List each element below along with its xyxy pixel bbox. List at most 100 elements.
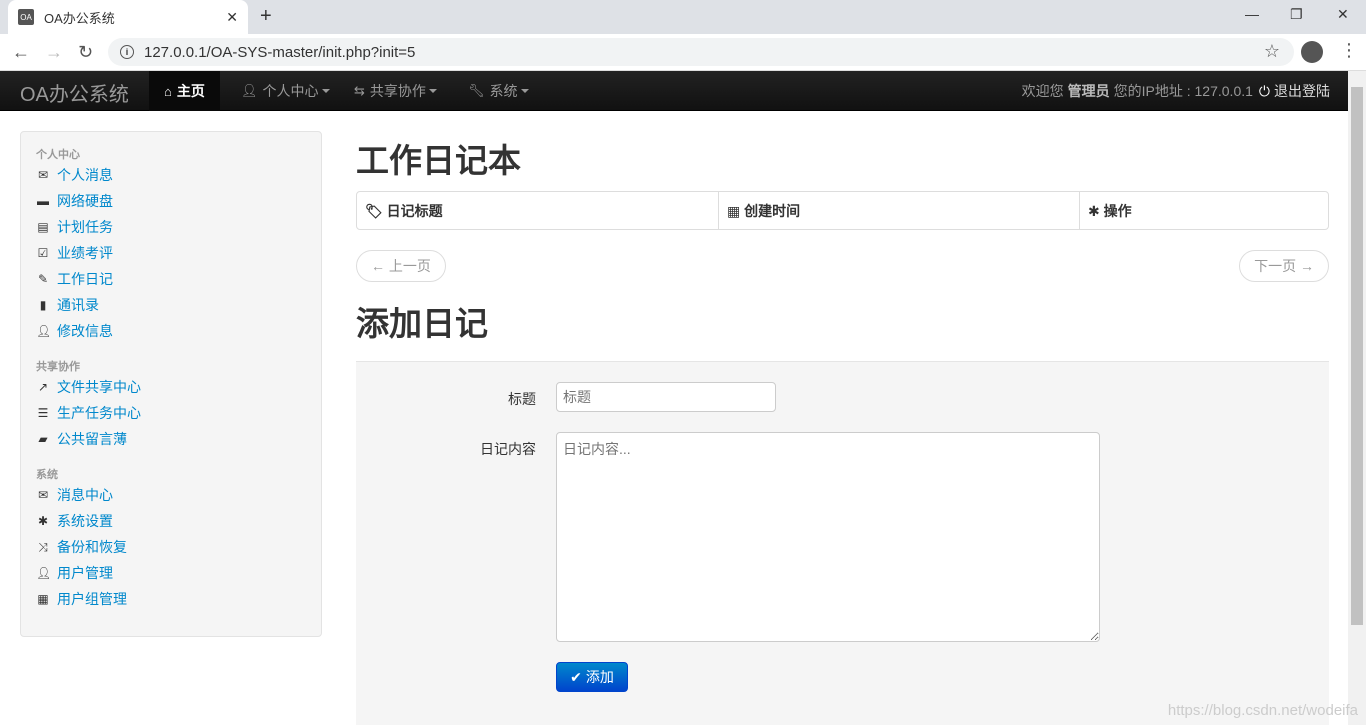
sidebar-item-label: 个人消息	[57, 167, 113, 183]
sidebar-item-contacts[interactable]: ▮ 通讯录	[21, 292, 321, 318]
user-icon: 👤︎	[36, 324, 52, 338]
th-large-icon: ▦	[37, 592, 49, 606]
url-bar[interactable]: i 127.0.0.1/OA-SYS-master/init.php?init=…	[108, 38, 1294, 66]
nav-home[interactable]: ⌂ 主页	[149, 71, 220, 111]
share-icon: ↗	[37, 380, 49, 394]
sidebar-item-file-share[interactable]: ↗ 文件共享中心	[21, 374, 321, 400]
tasks-icon: ☰	[37, 406, 49, 420]
sidebar-item-performance[interactable]: ☑ 业绩考评	[21, 240, 321, 266]
nav-personal-center[interactable]: 👤︎ 个人中心	[226, 71, 345, 111]
sidebar-item-users[interactable]: 👤︎ 用户管理	[21, 560, 321, 586]
sidebar-item-label: 系统设置	[57, 513, 113, 529]
reload-icon[interactable]: ↻	[78, 42, 93, 63]
sidebar-header-personal: 个人中心	[36, 149, 80, 161]
retweet-icon: ⇆	[354, 83, 365, 98]
column-header-label: 操作	[1103, 202, 1132, 219]
sidebar-item-profile[interactable]: 👤︎ 修改信息	[21, 318, 321, 344]
nav-collab-label: 共享协作	[369, 83, 426, 99]
back-icon[interactable]: ←	[12, 42, 30, 63]
pencil-icon: ✎	[37, 272, 49, 286]
comment-icon: ▰	[38, 432, 48, 446]
sidebar-item-label: 用户管理	[57, 565, 113, 581]
watermark: https://blog.csdn.net/wodeifa	[1167, 702, 1358, 719]
main-content: 工作日记本 🏷︎ 日记标题 ▦ 创建时间 ✱ 操作 ← 上一页 下一页 → 添加…	[356, 131, 1329, 354]
tab-title: OA办公系统	[44, 10, 115, 26]
top-navbar: OA办公系统 ⌂ 主页 👤︎ 个人中心 ⇆ 共享协作 🔧︎ 系统 欢迎您 管理员…	[0, 71, 1348, 111]
content-label: 日记内容	[480, 441, 536, 457]
sidebar-item-label: 业绩考评	[57, 245, 113, 261]
nav-home-label: 主页	[176, 83, 205, 99]
diary-table: 🏷︎ 日记标题 ▦ 创建时间 ✱ 操作	[356, 191, 1329, 230]
power-icon: ⏻	[1258, 82, 1270, 99]
sidebar-item-production[interactable]: ☰ 生产任务中心	[21, 400, 321, 426]
random-icon: ⤨	[38, 539, 48, 554]
hdd-icon: ▬	[37, 194, 49, 208]
column-header-actions: ✱ 操作	[1079, 192, 1328, 229]
sidebar-item-backup[interactable]: ⤨ 备份和恢复	[21, 534, 321, 560]
nav-personal-label: 个人中心	[262, 83, 319, 99]
add-button[interactable]: ✔ 添加	[556, 662, 628, 692]
sidebar-item-label: 计划任务	[57, 219, 113, 235]
wrench-icon: 🔧︎	[468, 83, 485, 98]
column-header-label: 日记标题	[386, 202, 443, 219]
browser-menu-icon[interactable]: ⋮	[1340, 40, 1358, 61]
sidebar-item-tasks[interactable]: ▤ 计划任务	[21, 214, 321, 240]
profile-avatar-icon[interactable]	[1301, 41, 1323, 63]
new-tab-icon[interactable]: +	[260, 5, 272, 28]
user-icon: 👤︎	[36, 566, 52, 580]
add-diary-title: 添加日记	[356, 305, 488, 342]
browser-tab-strip: OA OA办公系统 ✕ + — ❐ ✕	[0, 0, 1366, 34]
book-icon: ▮	[39, 298, 47, 312]
favicon-icon: OA	[18, 9, 34, 25]
column-header-title: 🏷︎ 日记标题	[357, 192, 718, 229]
sidebar-item-label: 修改信息	[57, 323, 113, 339]
sidebar-item-messages[interactable]: ✉ 个人消息	[21, 162, 321, 188]
sidebar-item-netdisk[interactable]: ▬ 网络硬盘	[21, 188, 321, 214]
nav-system[interactable]: 🔧︎ 系统	[453, 71, 544, 111]
sidebar-item-label: 用户组管理	[57, 591, 127, 607]
sidebar-item-diary[interactable]: ✎ 工作日记	[21, 266, 321, 292]
brand-logo[interactable]: OA办公系统	[20, 78, 129, 107]
caret-down-icon	[428, 89, 437, 93]
sidebar-item-user-groups[interactable]: ▦ 用户组管理	[21, 586, 321, 612]
address-bar-row: ← → ↻ i 127.0.0.1/OA-SYS-master/init.php…	[0, 34, 1366, 71]
prev-page-button[interactable]: ← 上一页	[356, 250, 446, 282]
check-icon: ✔	[570, 668, 582, 685]
window-close-icon[interactable]: ✕	[1337, 6, 1349, 23]
pager: ← 上一页 下一页 →	[356, 250, 1329, 302]
envelope-icon: ✉	[37, 168, 49, 182]
sidebar-item-label: 生产任务中心	[57, 405, 141, 421]
nav-collaboration[interactable]: ⇆ 共享协作	[339, 71, 452, 111]
title-label: 标题	[508, 391, 536, 407]
scrollbar-thumb[interactable]	[1351, 87, 1363, 625]
check-icon: ☑	[37, 246, 49, 260]
browser-tab[interactable]: OA OA办公系统 ✕	[8, 0, 248, 34]
sidebar-item-label: 通讯录	[57, 297, 99, 313]
restore-icon[interactable]: ❐	[1290, 6, 1303, 23]
ip-text: 您的IP地址 : 127.0.0.1	[1113, 83, 1253, 99]
sidebar-header-system: 系统	[36, 469, 58, 481]
envelope-icon: ✉	[37, 488, 49, 502]
user-icon: 👤︎	[241, 83, 258, 98]
content-textarea[interactable]	[556, 432, 1100, 642]
sidebar-item-guestbook[interactable]: ▰ 公共留言薄	[21, 426, 321, 452]
next-page-button[interactable]: 下一页 →	[1239, 250, 1329, 282]
list-alt-icon: ▤	[37, 220, 49, 234]
calendar-icon: ▦	[727, 202, 741, 219]
sidebar: 个人中心 ✉ 个人消息 ▬ 网络硬盘 ▤ 计划任务 ☑ 业绩考评 ✎ 工作日记 ▮ 通讯录 …	[20, 131, 322, 637]
minimize-icon[interactable]: —	[1245, 6, 1259, 22]
sidebar-item-label: 公共留言薄	[57, 431, 127, 447]
caret-down-icon	[520, 89, 529, 93]
info-icon[interactable]: i	[120, 45, 134, 59]
bookmark-star-icon[interactable]: ☆	[1264, 41, 1280, 62]
forward-icon[interactable]: →	[45, 42, 63, 63]
sidebar-item-message-center[interactable]: ✉ 消息中心	[21, 482, 321, 508]
sidebar-item-settings[interactable]: ✱ 系统设置	[21, 508, 321, 534]
welcome-text: 欢迎您	[1021, 83, 1064, 99]
asterisk-icon: ✱	[37, 514, 49, 528]
title-input[interactable]	[556, 382, 776, 412]
page-scrollbar[interactable]	[1348, 71, 1366, 725]
logout-link[interactable]: 退出登陆	[1274, 81, 1330, 101]
sidebar-item-label: 网络硬盘	[57, 193, 113, 209]
close-tab-icon[interactable]: ✕	[226, 9, 238, 26]
